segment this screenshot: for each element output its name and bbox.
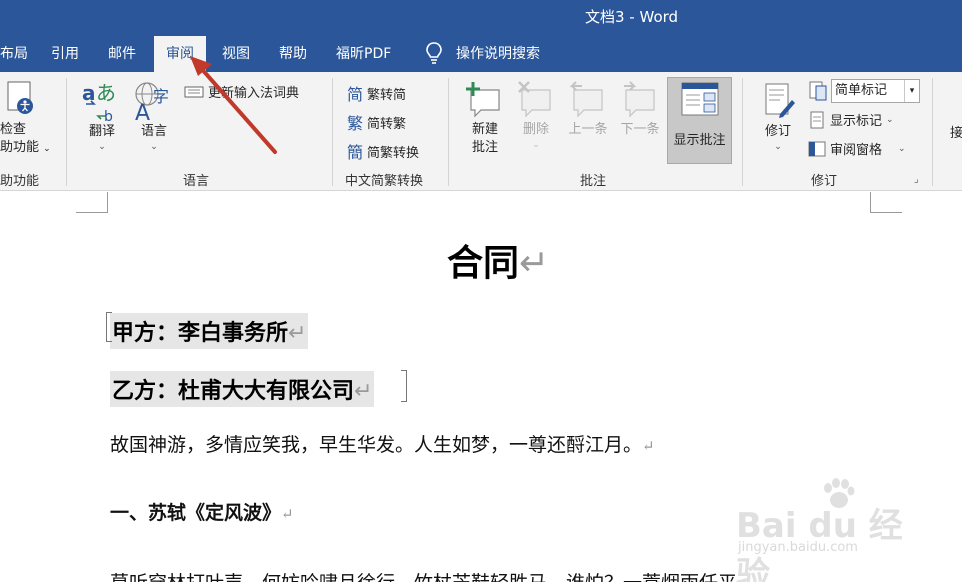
baidu-watermark: Bai du 经验 jingyan.baidu.com [736,478,936,582]
watermark-url: jingyan.baidu.com [738,540,858,555]
